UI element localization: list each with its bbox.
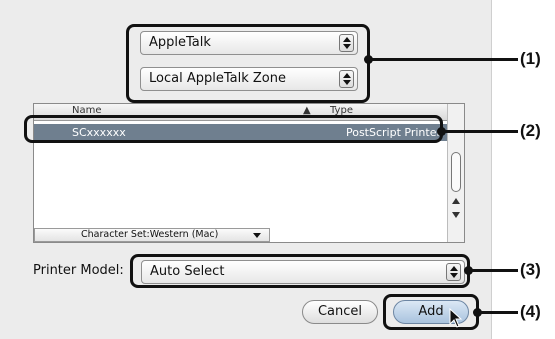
charset-popup[interactable]: Character Set:Western (Mac) (34, 228, 270, 242)
zone-popup-label: Local AppleTalk Zone (149, 71, 286, 86)
callout-line (441, 130, 518, 133)
callout-line (477, 311, 518, 314)
highlight-frame-2 (24, 115, 443, 143)
printer-model-label: Printer Model: (33, 263, 124, 278)
connection-popup[interactable]: AppleTalk (140, 31, 358, 55)
callout-line (468, 269, 518, 272)
chevron-down-icon (253, 233, 261, 238)
cancel-button[interactable]: Cancel (302, 300, 378, 324)
screenshot: AppleTalk Local AppleTalk Zone Name ▲ Ty… (0, 0, 555, 339)
printer-model-popup[interactable]: Auto Select (141, 260, 465, 284)
mouse-pointer-icon (449, 308, 463, 328)
popup-stepper-icon (339, 70, 354, 88)
callout-4: (4) (520, 302, 541, 321)
popup-stepper-icon (446, 263, 461, 281)
scroll-down-icon[interactable] (452, 212, 460, 218)
callout-3: (3) (520, 260, 541, 279)
scroll-thumb[interactable] (451, 152, 461, 192)
connection-popup-label: AppleTalk (149, 35, 211, 50)
callout-line (368, 58, 518, 61)
list-scrollbar[interactable] (447, 104, 464, 242)
charset-popup-label: Character Set:Western (Mac) (81, 229, 219, 240)
printer-model-value: Auto Select (150, 264, 225, 279)
scroll-up-icon[interactable] (452, 198, 460, 204)
add-printer-dialog: AppleTalk Local AppleTalk Zone Name ▲ Ty… (0, 0, 492, 339)
callout-2: (2) (520, 121, 541, 140)
popup-stepper-icon (339, 34, 354, 52)
callout-1: (1) (520, 49, 541, 68)
zone-popup[interactable]: Local AppleTalk Zone (140, 67, 358, 91)
